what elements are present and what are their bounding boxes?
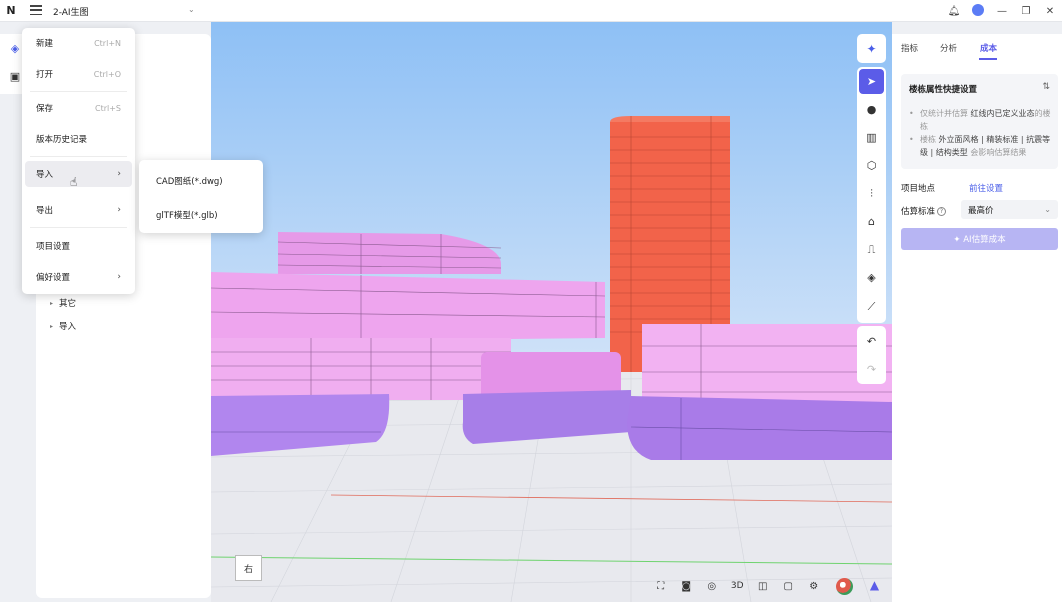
screenshot-icon[interactable]: ◎ [699,581,725,592]
estimate-standard-select[interactable]: 最高价 ⌄ [961,200,1058,219]
tab-analysis[interactable]: 分析 [940,42,957,54]
go-settings-link[interactable]: 前往设置 [969,182,1003,194]
card-note-2: • 楼栋 外立面风格 | 精装标准 | 抗震等级 | 结构类型 会影响估算结果 [909,135,1051,157]
undo-icon[interactable]: ↶ [859,329,884,354]
tree-item-import[interactable]: ▸ 导入 [50,320,76,332]
camera-icon[interactable]: ◙ [674,581,700,592]
view-direction-label[interactable]: 右 [235,555,262,581]
import-submenu: CAD图纸(*.dwg) glTF模型(*.glb) [139,160,263,233]
caret-right-icon[interactable]: ▸ [50,323,53,330]
main-menu: 新建 Ctrl+N 打开 Ctrl+O 保存 Ctrl+S 版本历史记录 导入 … [22,28,135,294]
title-bar: N 2-AI生图 ⌄ 🔔︎ — ❐ ✕ [0,0,1062,22]
tree-item-other[interactable]: ▸ 其它 [50,297,76,309]
chevron-down-icon: ⌄ [1044,205,1051,214]
compass-icon[interactable] [836,578,853,595]
app-logo: N [6,4,16,17]
right-tabs: 指标 分析 成本 [892,34,1062,60]
close-icon[interactable]: ✕ [1038,6,1062,17]
cube-icon[interactable]: ◫ [750,581,776,592]
sliders-icon[interactable]: ⇅ [1042,82,1050,92]
menu-divider [30,91,127,92]
redo-icon[interactable]: ↷ [859,357,884,382]
submenu-item-cad[interactable]: CAD图纸(*.dwg) [156,175,223,187]
chevron-right-icon: › [117,169,121,179]
bullet-dot: • [909,135,914,144]
undo-redo-toolbar: ↶ ↷ [857,326,886,384]
menu-item-import[interactable]: 导入 › [25,161,132,187]
menu-divider [30,227,127,228]
menu-icon[interactable] [30,5,42,15]
ruler-icon[interactable]: ⟋ [859,294,884,319]
layout-icon[interactable]: ▥ [859,125,884,150]
right-panel: 指标 分析 成本 楼栋属性快捷设置 ⇅ • 仅统计并估算 红线内已定义业态的楼栋… [892,34,1062,602]
hand-cursor-icon: ☝ [70,175,78,189]
project-location-label: 项目地点 [901,184,936,194]
submenu-item-gltf[interactable]: glTF模型(*.glb) [156,209,218,221]
bell-icon[interactable]: 🔔︎ [942,6,966,17]
help-icon[interactable]: ? [937,207,947,216]
card-note-1: • 仅统计并估算 红线内已定义业态的楼栋 [909,109,1051,131]
3d-toggle-button[interactable]: 3D [725,581,751,591]
quick-settings-card: 楼栋属性快捷设置 ⇅ • 仅统计并估算 红线内已定义业态的楼栋 • 楼栋 外立面… [901,74,1058,169]
tab-metrics[interactable]: 指标 [901,42,918,54]
layers-icon[interactable]: ◈ [859,265,884,290]
ai-estimate-cost-button[interactable]: ✦ AI估算成本 [901,228,1058,250]
menu-divider [30,156,127,157]
vertical-toolbar: ➤ ● ▥ ⬡ ⫶ ⌂ ⎍ ◈ ⟋ [857,67,886,323]
location-pin-icon[interactable]: ● [859,97,884,122]
menu-item-save[interactable]: 保存 Ctrl+S [25,95,132,121]
building-icon[interactable]: ⌂ [859,209,884,234]
chevron-right-icon: › [117,272,121,282]
chevron-down-icon[interactable]: ⌄ [188,5,195,14]
fit-view-icon[interactable]: ⛶ [648,581,674,592]
bullet-dot: • [909,109,914,118]
column-icon[interactable]: ⫶ [859,181,884,206]
navigation-icon[interactable]: ▲ [866,578,883,595]
ai-sparkle-button[interactable]: ✦ [857,34,886,63]
maximize-icon[interactable]: ❐ [1014,6,1038,17]
settings-icon[interactable]: ⚙ [801,581,827,592]
menu-item-version-history[interactable]: 版本历史记录 [25,126,132,152]
bottom-toolbar: ⛶ ◙ ◎ 3D ◫ ▢ ⚙ [648,575,827,597]
menu-item-preferences[interactable]: 偏好设置 › [25,264,132,290]
select-tool-icon[interactable]: ➤ [859,69,884,94]
project-title[interactable]: 2-AI生图 [53,5,89,18]
menu-item-project-settings[interactable]: 项目设置 [25,233,132,259]
3d-viewport[interactable] [211,22,892,602]
box-icon[interactable]: ⬡ [859,153,884,178]
estimate-standard-label: 估算标准? [901,205,947,217]
active-tab-underline [979,58,997,60]
card-title: 楼栋属性快捷设置 [909,85,978,95]
minimize-icon[interactable]: — [990,6,1014,17]
menu-item-new[interactable]: 新建 Ctrl+N [25,30,132,56]
stairs-icon[interactable]: ⎍ [859,237,884,262]
menu-item-open[interactable]: 打开 Ctrl+O [25,61,132,87]
scene [211,22,892,602]
chevron-right-icon: › [117,205,121,215]
avatar[interactable] [966,3,990,19]
caret-right-icon[interactable]: ▸ [50,300,53,307]
tab-cost[interactable]: 成本 [980,42,997,54]
menu-item-export[interactable]: 导出 › [25,197,132,223]
frame-icon[interactable]: ▢ [776,581,802,592]
